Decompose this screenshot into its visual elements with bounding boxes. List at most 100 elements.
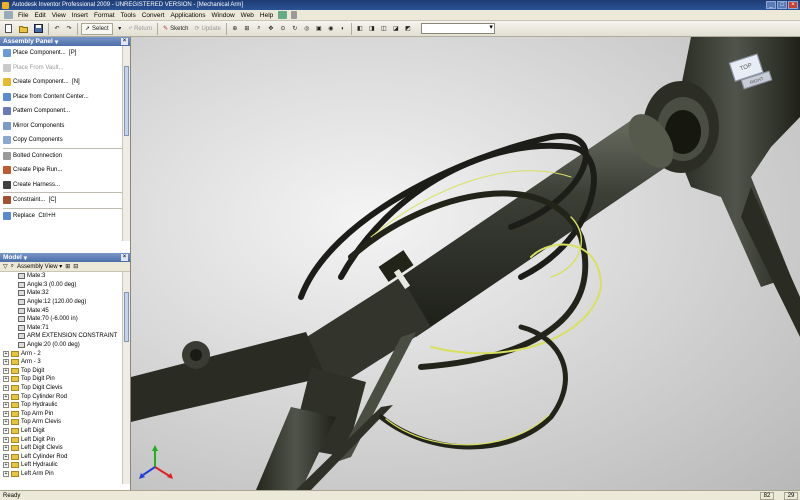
menu-tools[interactable]: Tools (118, 12, 139, 19)
expand-node-icon[interactable]: + (3, 445, 9, 452)
tree-constraint-row[interactable]: Mate:32 (0, 289, 130, 298)
expand-node-icon[interactable]: + (3, 419, 9, 426)
assembly-panel-scrollbar[interactable] (122, 46, 130, 241)
menu-applications[interactable]: Applications (167, 12, 208, 19)
scrollbar-thumb[interactable] (124, 292, 129, 342)
zoom-icon[interactable]: ⌕ (254, 23, 264, 35)
tree-component-row[interactable]: + Top Hydraulic (0, 401, 130, 410)
create-component-item[interactable]: Create Component... [N] (0, 75, 130, 90)
tree-component-row[interactable]: + Top Digit Pin (0, 375, 130, 384)
create-pipe-run-item[interactable]: Create Pipe Run... (0, 163, 130, 178)
orbit-icon[interactable]: ↻ (290, 23, 300, 35)
create-harness-item[interactable]: Create Harness... (0, 178, 130, 193)
close-panel-icon[interactable]: × (121, 38, 128, 45)
section-view-icon[interactable]: ◧ (355, 23, 365, 35)
zoom-window-icon[interactable]: ⊞ (242, 23, 252, 35)
expand-icon[interactable]: ⊞ (65, 263, 70, 270)
tree-component-row[interactable]: + Left Digit Clevis (0, 444, 130, 453)
menu-view[interactable]: View (49, 12, 69, 19)
expand-node-icon[interactable]: + (3, 367, 9, 374)
mechanical-arm-model[interactable] (131, 37, 800, 490)
place-from-vault-item[interactable]: Place From Vault... (0, 61, 130, 76)
tree-constraint-row[interactable]: Mate:45 (0, 306, 130, 315)
tree-constraint-row[interactable]: Mate:70 (-6.000 in) (0, 315, 130, 324)
save-icon[interactable] (32, 23, 45, 35)
return-button[interactable]: ⤶ Return (127, 23, 154, 35)
close-button[interactable]: × (788, 1, 798, 9)
ground-shadow-icon[interactable]: ◪ (391, 23, 401, 35)
open-folder-icon[interactable] (17, 23, 30, 35)
tree-component-row[interactable]: + Arm - 2 (0, 349, 130, 358)
expand-node-icon[interactable]: + (3, 359, 9, 366)
expand-node-icon[interactable]: + (3, 402, 9, 409)
collapse-icon[interactable]: ⊟ (73, 263, 78, 270)
tree-component-row[interactable]: + Arm - 3 (0, 358, 130, 367)
tree-constraint-row[interactable]: Angle:12 (120.00 deg) (0, 298, 130, 307)
bolted-connection-item[interactable]: Bolted Connection (0, 149, 130, 164)
expand-node-icon[interactable]: + (3, 385, 9, 392)
tree-component-row[interactable]: + Top Arm Clevis (0, 418, 130, 427)
tree-constraint-row[interactable]: Mate:71 (0, 324, 130, 333)
find-icon[interactable]: ⌕ (11, 263, 14, 270)
menu-web[interactable]: Web (238, 12, 257, 19)
model-panel-header[interactable]: Model ▾ × (0, 253, 130, 262)
filter-icon[interactable]: ▽ (3, 263, 8, 270)
inventor-app-icon[interactable] (2, 1, 9, 9)
camera-icon[interactable]: ◫ (379, 23, 389, 35)
expand-node-icon[interactable]: + (3, 376, 9, 383)
tree-component-row[interactable]: + Left Hydraulic (0, 461, 130, 470)
color-style-dropdown[interactable] (420, 23, 495, 34)
menu-file[interactable]: File (15, 12, 31, 19)
model-tree-scrollbar[interactable] (122, 272, 130, 484)
graphics-viewport[interactable]: TOP RIGHT (131, 37, 800, 490)
copy-components-item[interactable]: Copy Components (0, 133, 130, 148)
undo-icon[interactable]: ↶ (52, 23, 62, 35)
display-mode-icon[interactable]: ◉ (326, 23, 336, 35)
tree-constraint-row[interactable]: ARM EXTENSION CONSTRAINT (0, 332, 130, 341)
assembly-view-dropdown[interactable]: Assembly View ▾ (17, 263, 62, 270)
zoom-selected-icon[interactable]: ⊙ (278, 23, 288, 35)
pan-icon[interactable]: ✥ (266, 23, 276, 35)
menu-window[interactable]: Window (209, 12, 238, 19)
sketch-button[interactable]: ✎ Sketch (161, 23, 190, 35)
constraint-item[interactable]: Constraint... [C] (0, 193, 130, 208)
tree-component-row[interactable]: + Top Cylinder Rod (0, 392, 130, 401)
expand-node-icon[interactable]: + (3, 436, 9, 443)
tree-component-row[interactable]: + Left Arm Pin (0, 470, 130, 479)
pin-icon[interactable] (291, 11, 298, 19)
help-topics-icon[interactable] (278, 11, 288, 19)
tree-component-row[interactable]: + Left Digit (0, 427, 130, 436)
upper-arm-segment[interactable] (643, 37, 800, 337)
assembly-panel-header[interactable]: Assembly Panel ▾ × (0, 37, 130, 46)
expand-node-icon[interactable]: + (3, 470, 9, 477)
zoom-all-icon[interactable]: ⊕ (230, 23, 240, 35)
menu-edit[interactable]: Edit (31, 12, 48, 19)
expand-node-icon[interactable]: + (3, 453, 9, 460)
expand-node-icon[interactable]: + (3, 393, 9, 400)
tree-component-row[interactable]: + Left Digit Pin (0, 435, 130, 444)
replace-item[interactable]: Replace Ctrl+H (0, 209, 130, 224)
tree-component-row[interactable]: + Top Digit Clevis (0, 384, 130, 393)
maximize-button[interactable]: □ (777, 1, 787, 9)
tree-component-row[interactable]: + Left Cylinder Rod (0, 452, 130, 461)
expand-node-icon[interactable]: + (3, 350, 9, 357)
shadow-icon[interactable]: ◐ (338, 23, 348, 35)
tree-constraint-row[interactable]: Mate:3 (0, 272, 130, 281)
mirror-components-item[interactable]: Mirror Components (0, 119, 130, 134)
expand-node-icon[interactable]: + (3, 427, 9, 434)
close-panel-icon[interactable]: × (121, 254, 128, 261)
look-at-icon[interactable]: ◎ (302, 23, 312, 35)
update-button[interactable]: ⟳ Update (192, 23, 222, 35)
tree-component-row[interactable]: + Top Arm Pin (0, 410, 130, 419)
menu-help[interactable]: Help (257, 12, 276, 19)
new-file-icon[interactable] (2, 23, 15, 35)
expand-node-icon[interactable]: + (3, 410, 9, 417)
dropdown-chevron-icon[interactable]: ▾ (115, 23, 125, 35)
view-cube-icon[interactable]: ▣ (314, 23, 324, 35)
tree-constraint-row[interactable]: Angle:20 (0.00 deg) (0, 341, 130, 350)
menu-format[interactable]: Format (91, 12, 118, 19)
menu-convert[interactable]: Convert (139, 12, 168, 19)
tree-component-row[interactable]: + Top Digit (0, 367, 130, 376)
place-component-item[interactable]: Place Component... [P] (0, 46, 130, 61)
redo-icon[interactable]: ↷ (64, 23, 74, 35)
